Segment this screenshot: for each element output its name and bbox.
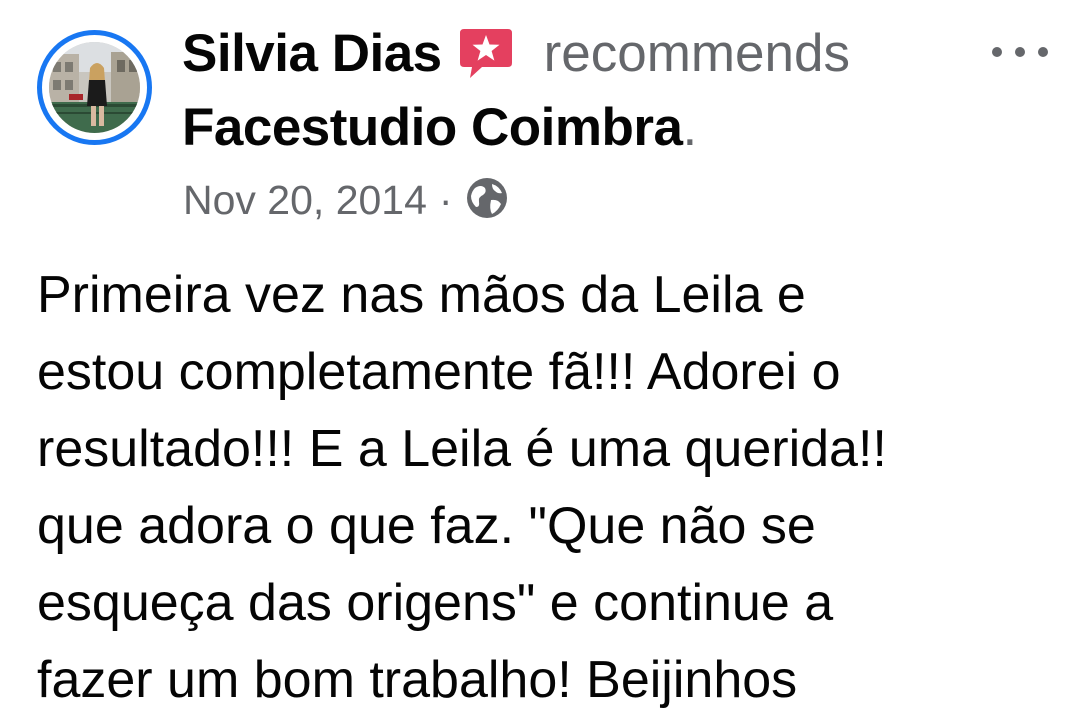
more-options-icon — [992, 47, 1048, 57]
post-body-text: Primeira vez nas mãos da Leila e estou c… — [37, 257, 1057, 719]
recommend-flag-icon — [458, 25, 514, 81]
post-body-line: resultado!!! E a Leila é uma querida!! — [37, 420, 887, 478]
recommends-text: recommends — [543, 23, 850, 83]
page-name-suffix: . — [682, 97, 698, 157]
globe-icon[interactable] — [465, 176, 509, 225]
post-body-line: Primeira vez nas mãos da Leila e — [37, 266, 806, 324]
more-options-button[interactable] — [988, 30, 1052, 70]
post-header: Silvia Dias recommends Facestudio Coimbr… — [0, 0, 1080, 240]
page-name-link[interactable]: Facestudio Coimbra — [182, 97, 683, 158]
post-body-line: fazer um bom trabalho! Beijinhos — [37, 651, 798, 709]
author-avatar[interactable] — [37, 30, 152, 145]
post-body-line: que adora o que faz. "Que não se — [37, 497, 816, 555]
author-name[interactable]: Silvia Dias — [182, 23, 442, 84]
post-date[interactable]: Nov 20, 2014 — [183, 177, 427, 224]
avatar-photo — [49, 42, 140, 133]
post-body-line: estou completamente fã!!! Adorei o — [37, 343, 841, 401]
post-body-line: esqueça das origens" e continue a — [37, 574, 834, 632]
meta-separator: · — [438, 176, 453, 223]
page-name-line: Facestudio Coimbra . — [182, 92, 697, 162]
post-meta: Nov 20, 2014 · — [183, 170, 509, 230]
post-title-line: Silvia Dias recommends — [182, 18, 850, 88]
